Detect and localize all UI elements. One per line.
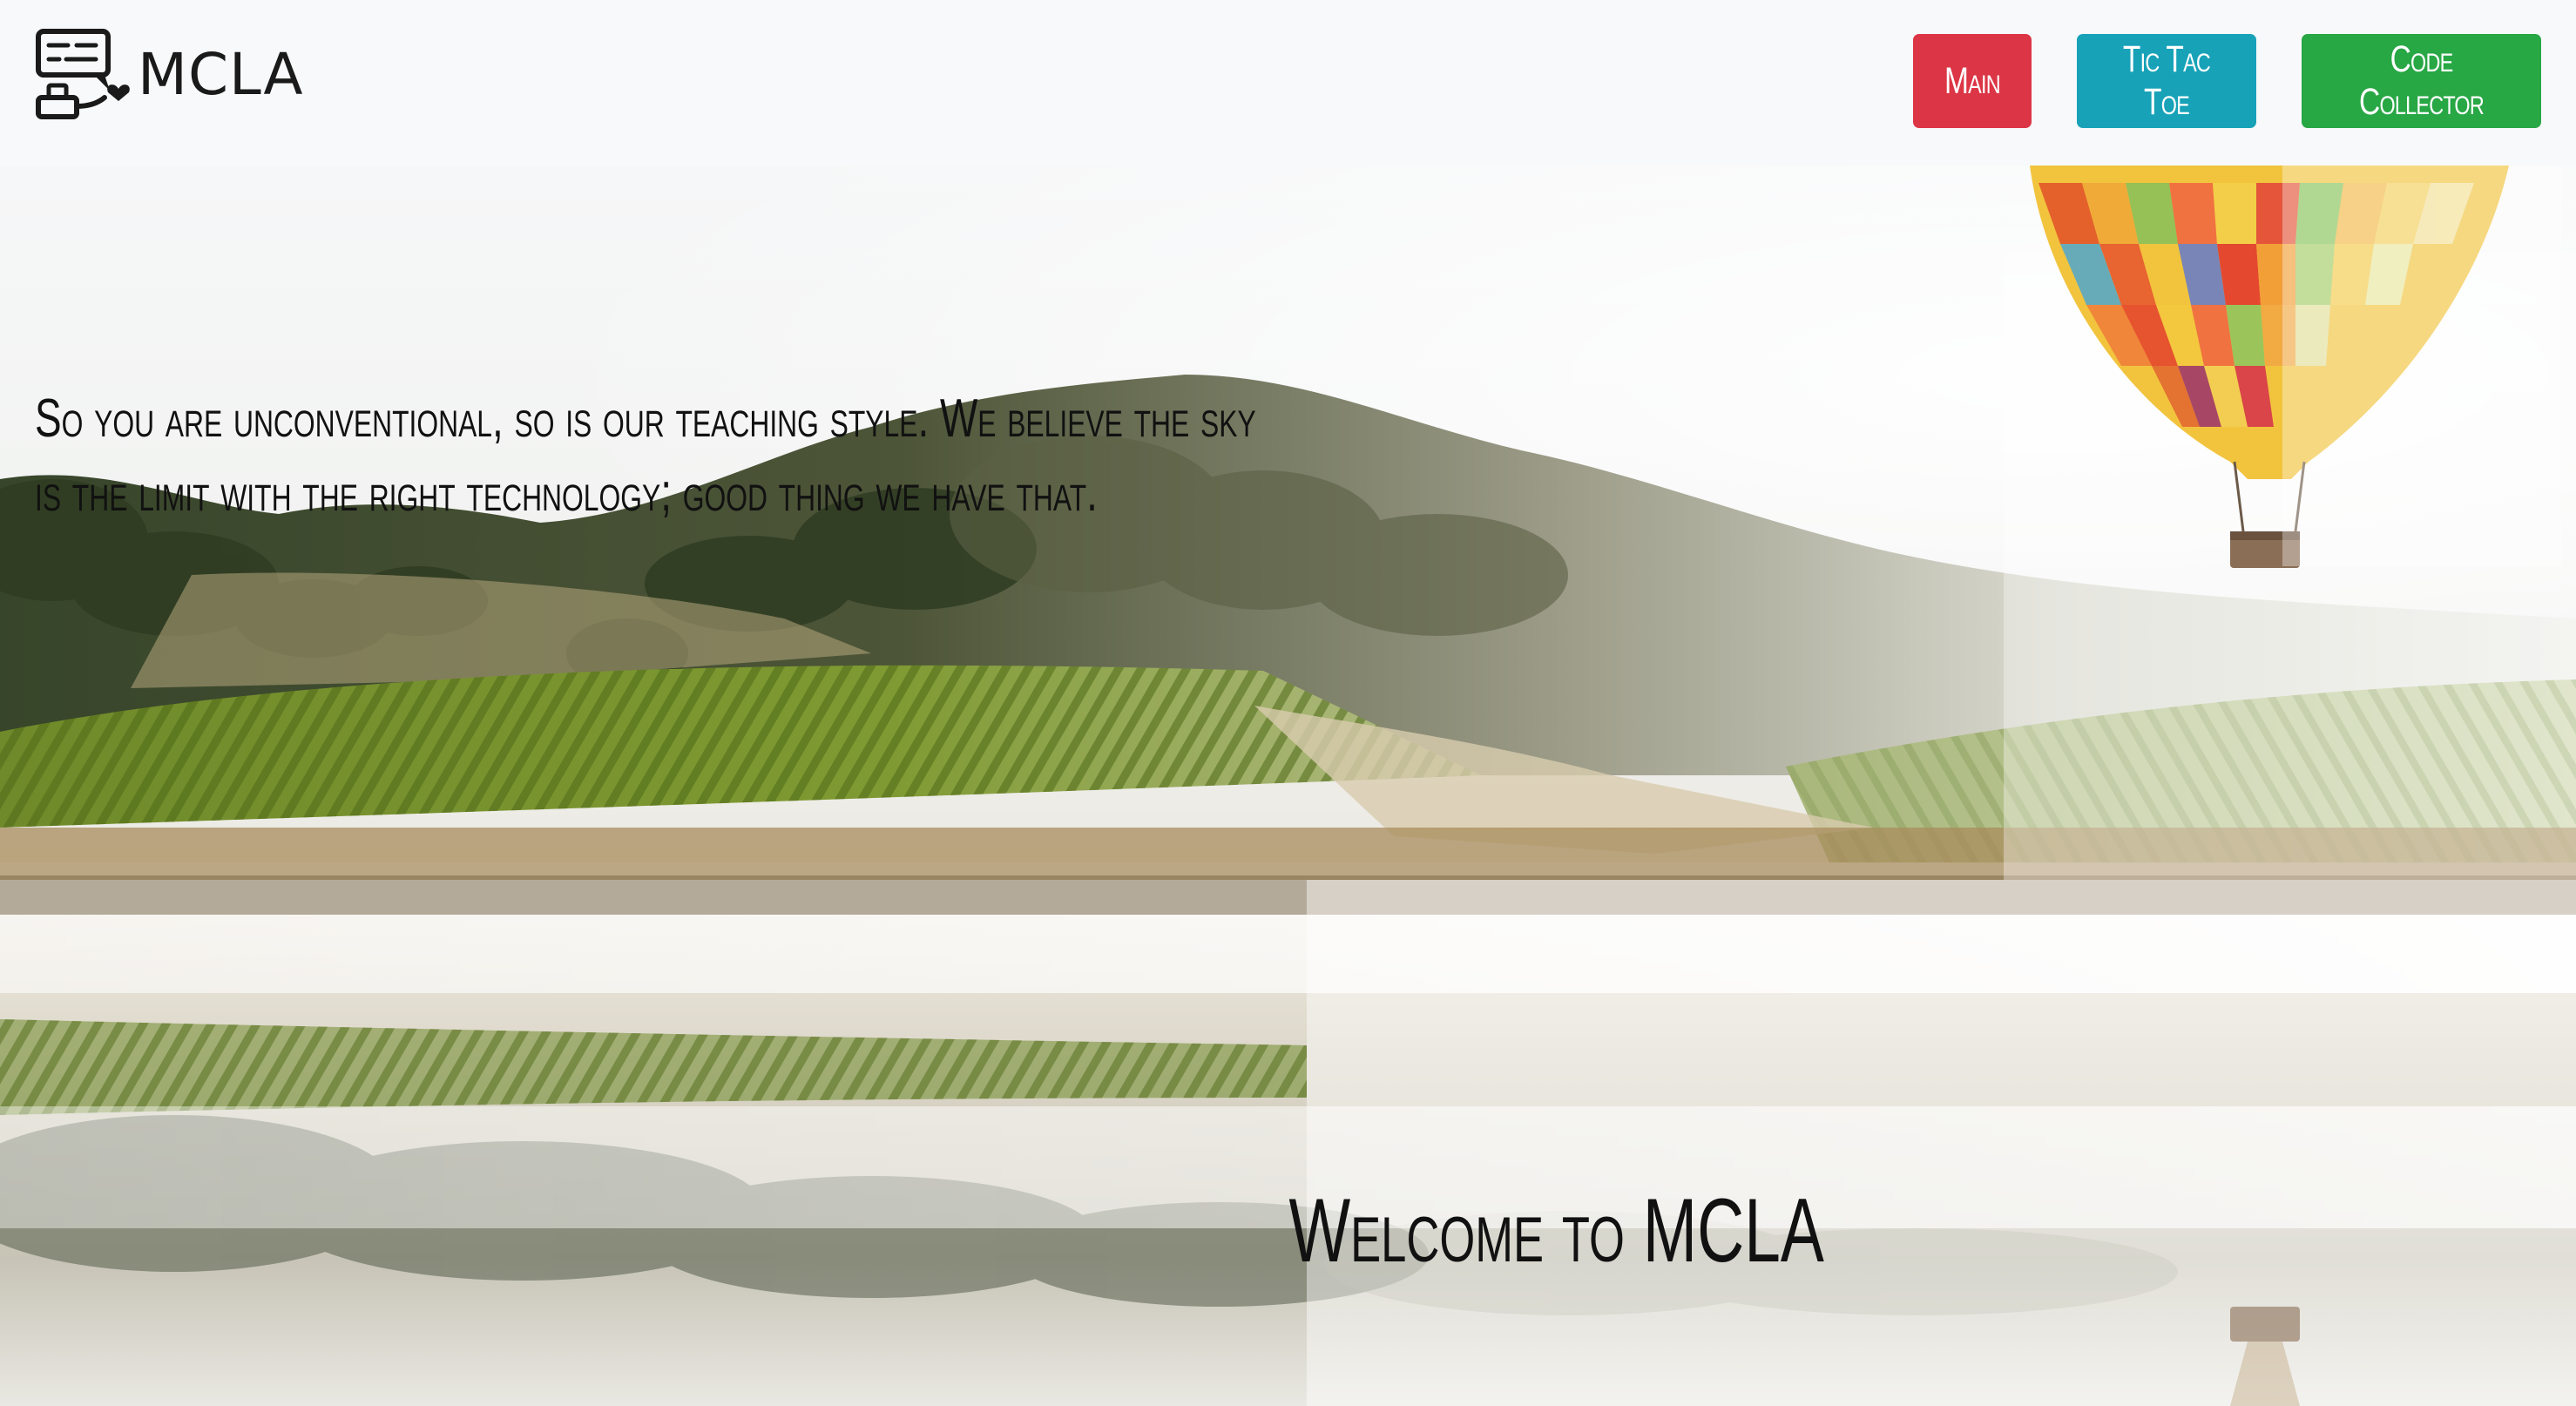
hero-background-image: So you are unconventional, so is our tea… (0, 166, 2576, 1406)
brand-name: MCLA (138, 40, 304, 108)
brand-link[interactable]: MCLA (33, 26, 303, 122)
main-button[interactable]: Main (1913, 34, 2032, 128)
hero-tagline: So you are unconventional, so is our tea… (35, 389, 1256, 523)
code-collector-button[interactable]: Code Collector (2302, 34, 2541, 128)
top-navbar: MCLA Main Tic Tac Toe Code Collector (0, 0, 2576, 166)
welcome-heading: Welcome to MCLA (1288, 1180, 1824, 1281)
chat-computer-logo-icon (36, 29, 130, 119)
tic-tac-toe-button[interactable]: Tic Tac Toe (2077, 34, 2256, 128)
